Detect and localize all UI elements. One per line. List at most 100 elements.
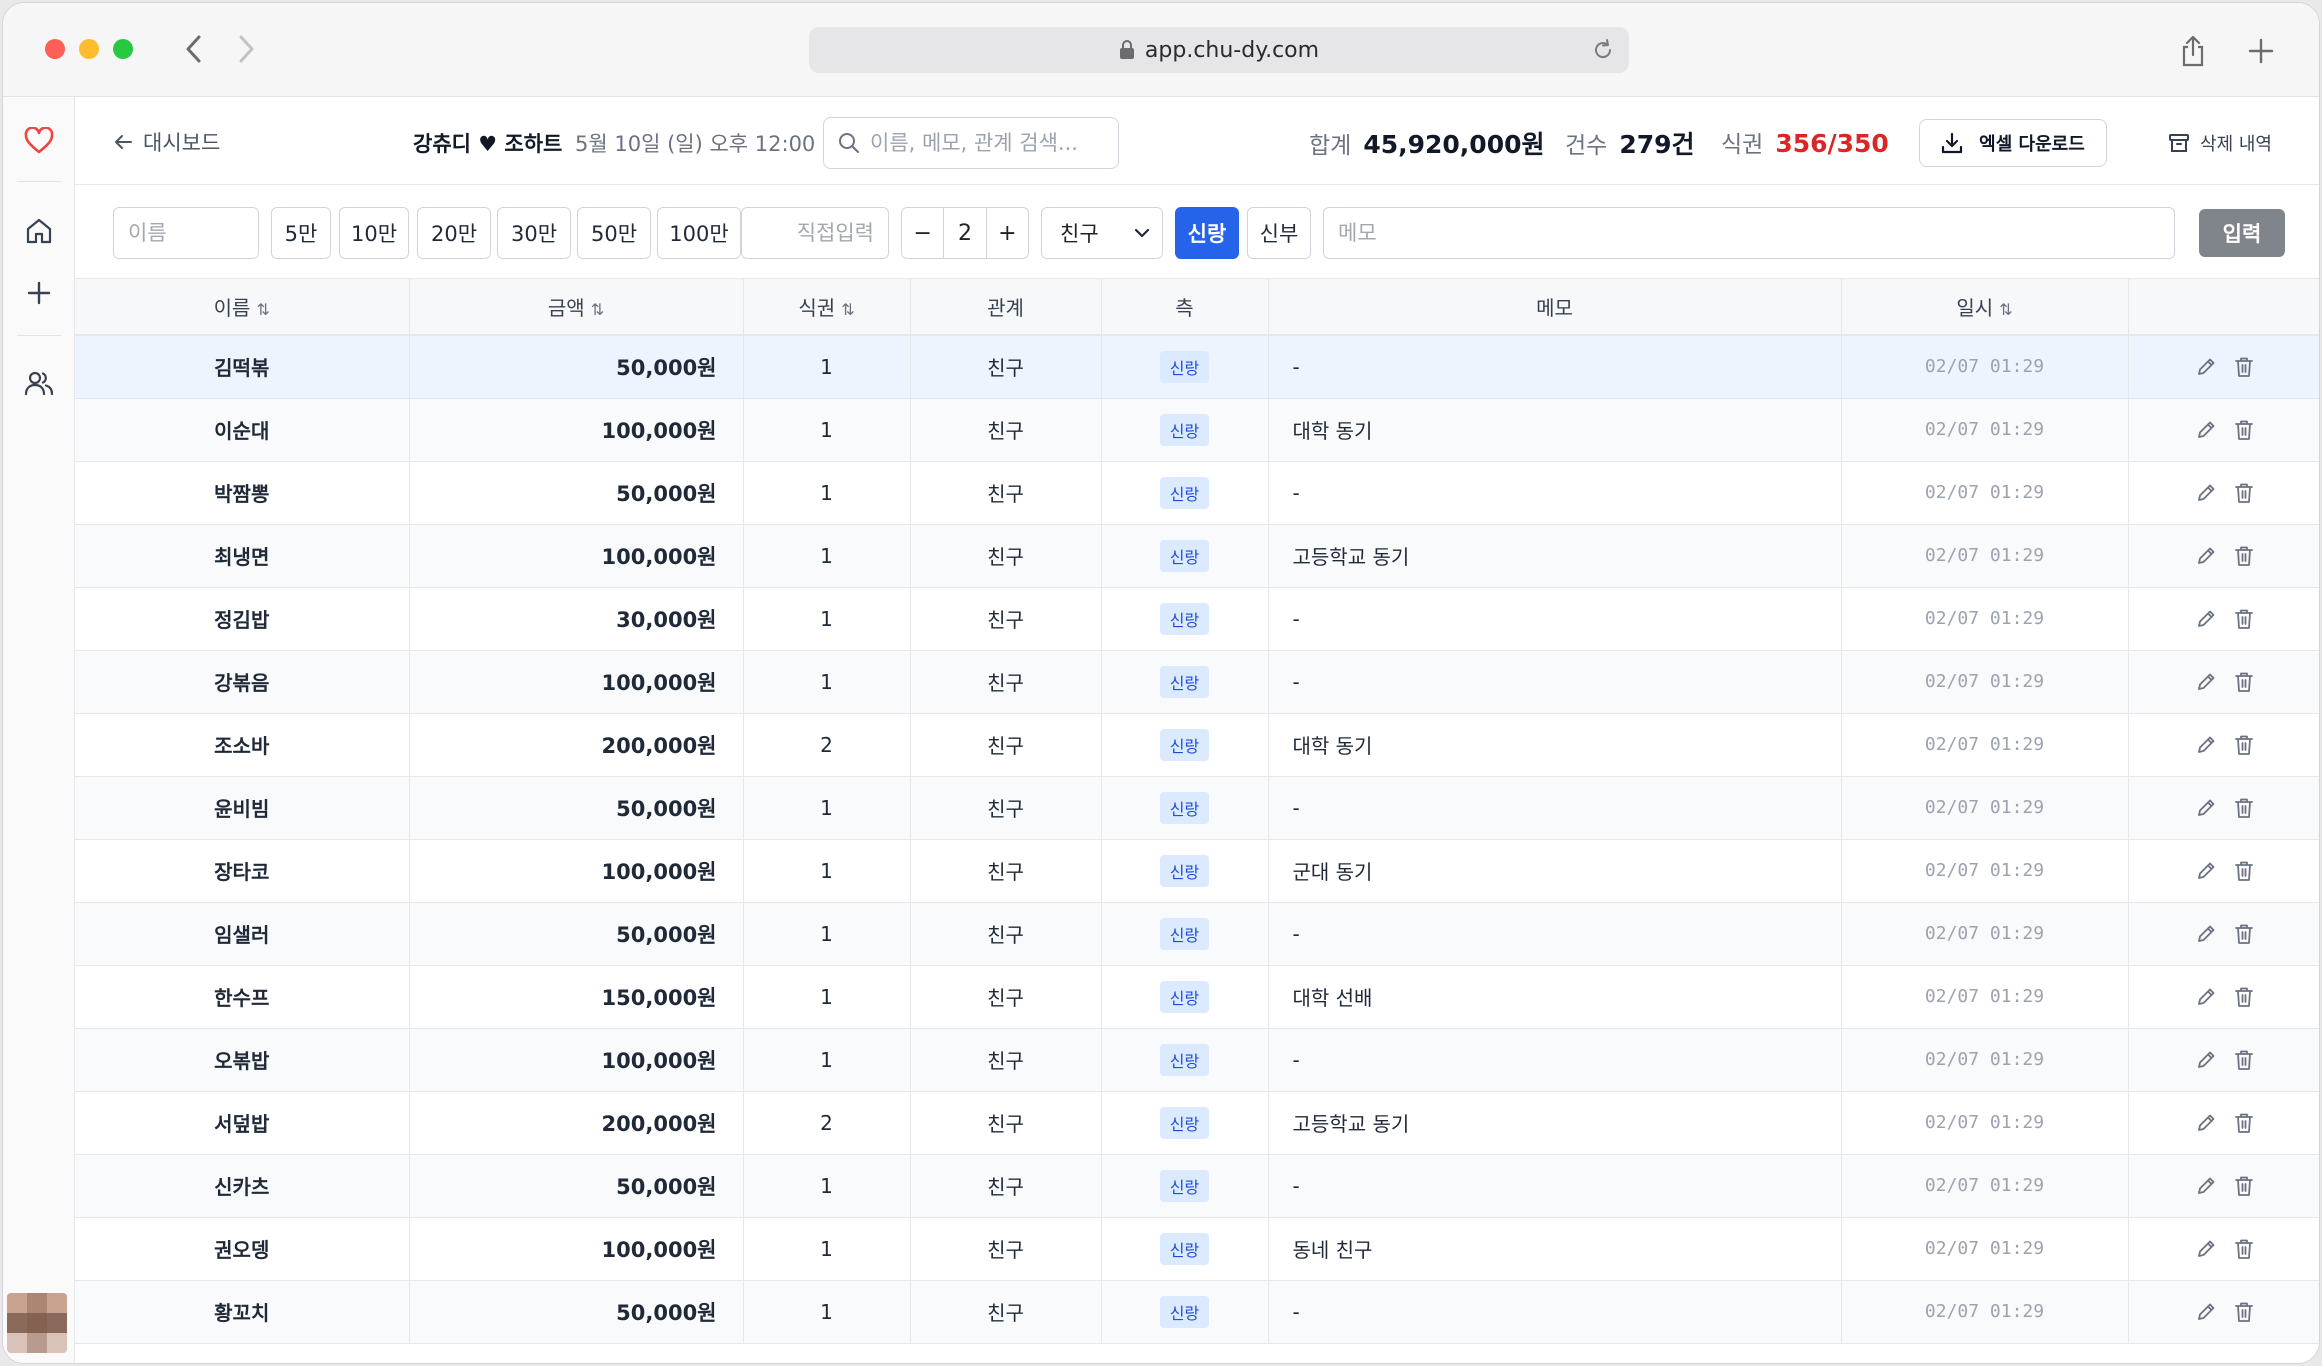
- trash-icon[interactable]: [2232, 544, 2256, 568]
- trash-icon[interactable]: [2232, 1174, 2256, 1198]
- share-icon[interactable]: [2173, 31, 2213, 71]
- pencil-icon[interactable]: [2194, 733, 2218, 757]
- table-row[interactable]: 한수프 150,000원 1 친구 신랑 대학 선배 02/07 01:29: [75, 965, 2319, 1029]
- trash-icon[interactable]: [2232, 1111, 2256, 1135]
- avatar[interactable]: [7, 1293, 67, 1353]
- stepper-plus-button[interactable]: +: [987, 208, 1028, 258]
- trash-icon[interactable]: [2232, 1300, 2256, 1324]
- table-row[interactable]: 임샐러 50,000원 1 친구 신랑 -02/07 01:29: [75, 902, 2319, 966]
- column-header-name[interactable]: 이름 ⇅: [75, 279, 410, 336]
- column-header-relation: 관계: [910, 279, 1102, 336]
- pencil-icon[interactable]: [2194, 418, 2218, 442]
- cell-relation: 친구: [910, 1091, 1102, 1155]
- add-icon[interactable]: [19, 273, 59, 313]
- heart-icon[interactable]: [19, 121, 59, 161]
- users-icon[interactable]: [19, 363, 59, 403]
- table-row[interactable]: 박짬뽕 50,000원 1 친구 신랑 -02/07 01:29: [75, 461, 2319, 525]
- plus-icon[interactable]: [2241, 31, 2281, 71]
- pencil-icon[interactable]: [2194, 1111, 2218, 1135]
- pencil-icon[interactable]: [2194, 607, 2218, 631]
- amount-50man-button[interactable]: 50만: [577, 207, 651, 259]
- deleted-history-button[interactable]: 삭제 내역: [2155, 119, 2285, 167]
- relation-select[interactable]: 친구: [1041, 207, 1163, 259]
- trash-icon[interactable]: [2232, 922, 2256, 946]
- amount-10man-button[interactable]: 10만: [339, 207, 409, 259]
- pencil-icon[interactable]: [2194, 859, 2218, 883]
- trash-icon[interactable]: [2232, 1048, 2256, 1072]
- submit-button[interactable]: 입력: [2199, 209, 2285, 257]
- table-row[interactable]: 권오뎅 100,000원 1 친구 신랑 동네 친구 02/07 01:29: [75, 1217, 2319, 1281]
- table-row[interactable]: 황꼬치 50,000원 1 친구 신랑 -02/07 01:29: [75, 1280, 2319, 1344]
- column-header-amount[interactable]: 금액 ⇅: [409, 279, 744, 336]
- pencil-icon[interactable]: [2194, 670, 2218, 694]
- amount-20man-button[interactable]: 20만: [417, 207, 491, 259]
- pencil-icon[interactable]: [2194, 922, 2218, 946]
- table-row[interactable]: 윤비빔 50,000원 1 친구 신랑 -02/07 01:29: [75, 776, 2319, 840]
- pencil-icon[interactable]: [2194, 1048, 2218, 1072]
- amount-5man-button[interactable]: 5만: [271, 207, 331, 259]
- trash-icon[interactable]: [2232, 985, 2256, 1009]
- trash-icon[interactable]: [2232, 859, 2256, 883]
- browser-forward-button[interactable]: [229, 29, 265, 69]
- table-row[interactable]: 정김밥 30,000원 1 친구 신랑 -02/07 01:29: [75, 587, 2319, 651]
- cell-memo: 고등학교 동기: [1268, 1091, 1842, 1155]
- cell-time: 02/07 01:29: [1841, 587, 2129, 651]
- pencil-icon[interactable]: [2194, 1237, 2218, 1261]
- pencil-icon[interactable]: [2194, 1300, 2218, 1324]
- column-header-time[interactable]: 일시 ⇅: [1841, 279, 2129, 336]
- direct-amount-field[interactable]: [741, 207, 889, 259]
- side-bride-button[interactable]: 신부: [1247, 207, 1311, 259]
- side-groom-button[interactable]: 신랑: [1175, 207, 1239, 259]
- cell-memo: -: [1268, 1280, 1842, 1344]
- close-window-button[interactable]: [45, 39, 65, 59]
- search-input[interactable]: [870, 131, 1110, 155]
- pencil-icon[interactable]: [2194, 796, 2218, 820]
- table-row[interactable]: 조소바 200,000원 2 친구 신랑 대학 동기 02/07 01:29: [75, 713, 2319, 777]
- name-field[interactable]: [113, 207, 259, 259]
- trash-icon[interactable]: [2232, 1237, 2256, 1261]
- excel-download-button[interactable]: 엑셀 다운로드: [1919, 119, 2107, 167]
- browser-back-button[interactable]: [175, 29, 211, 69]
- table-row[interactable]: 최냉면 100,000원 1 친구 신랑 고등학교 동기 02/07 01:29: [75, 524, 2319, 588]
- reload-icon[interactable]: [1591, 38, 1615, 68]
- name-input[interactable]: [128, 221, 244, 245]
- cell-side: 신랑: [1101, 1217, 1269, 1281]
- table-row[interactable]: 장타코 100,000원 1 친구 신랑 군대 동기 02/07 01:29: [75, 839, 2319, 903]
- column-header-meal[interactable]: 식권 ⇅: [743, 279, 911, 336]
- home-icon[interactable]: [19, 211, 59, 251]
- pencil-icon[interactable]: [2194, 355, 2218, 379]
- trash-icon[interactable]: [2232, 670, 2256, 694]
- table-row[interactable]: 이순대 100,000원 1 친구 신랑 대학 동기 02/07 01:29: [75, 398, 2319, 462]
- pencil-icon[interactable]: [2194, 481, 2218, 505]
- cell-meal: 1: [743, 1154, 911, 1218]
- side-badge: 신랑: [1159, 602, 1210, 635]
- table-row[interactable]: 신카츠 50,000원 1 친구 신랑 -02/07 01:29: [75, 1154, 2319, 1218]
- direct-amount-input[interactable]: [756, 221, 874, 245]
- pencil-icon[interactable]: [2194, 544, 2218, 568]
- cell-actions: [2128, 1280, 2319, 1344]
- pencil-icon[interactable]: [2194, 1174, 2218, 1198]
- stepper-minus-button[interactable]: −: [902, 208, 943, 258]
- table-row[interactable]: 김떡볶 50,000원 1 친구 신랑 -02/07 01:29: [75, 335, 2319, 399]
- back-to-dashboard-link[interactable]: 대시보드: [113, 127, 220, 157]
- search-field[interactable]: [823, 117, 1119, 169]
- trash-icon[interactable]: [2232, 733, 2256, 757]
- memo-input[interactable]: [1338, 221, 2160, 245]
- amount-30man-button[interactable]: 30만: [497, 207, 571, 259]
- table-row[interactable]: 서덮밥 200,000원 2 친구 신랑 고등학교 동기 02/07 01:29: [75, 1091, 2319, 1155]
- memo-field[interactable]: [1323, 207, 2175, 259]
- minimize-window-button[interactable]: [79, 39, 99, 59]
- stepper-value[interactable]: 2: [943, 208, 987, 258]
- trash-icon[interactable]: [2232, 418, 2256, 442]
- trash-icon[interactable]: [2232, 481, 2256, 505]
- zoom-window-button[interactable]: [113, 39, 133, 59]
- amount-100man-button[interactable]: 100만: [657, 207, 741, 259]
- trash-icon[interactable]: [2232, 607, 2256, 631]
- pencil-icon[interactable]: [2194, 985, 2218, 1009]
- trash-icon[interactable]: [2232, 355, 2256, 379]
- table-row[interactable]: 오볶밥 100,000원 1 친구 신랑 -02/07 01:29: [75, 1028, 2319, 1092]
- table-row[interactable]: 강볶음 100,000원 1 친구 신랑 -02/07 01:29: [75, 650, 2319, 714]
- address-bar[interactable]: app.chu-dy.com: [809, 27, 1629, 73]
- cell-amount: 30,000원: [409, 587, 744, 651]
- trash-icon[interactable]: [2232, 796, 2256, 820]
